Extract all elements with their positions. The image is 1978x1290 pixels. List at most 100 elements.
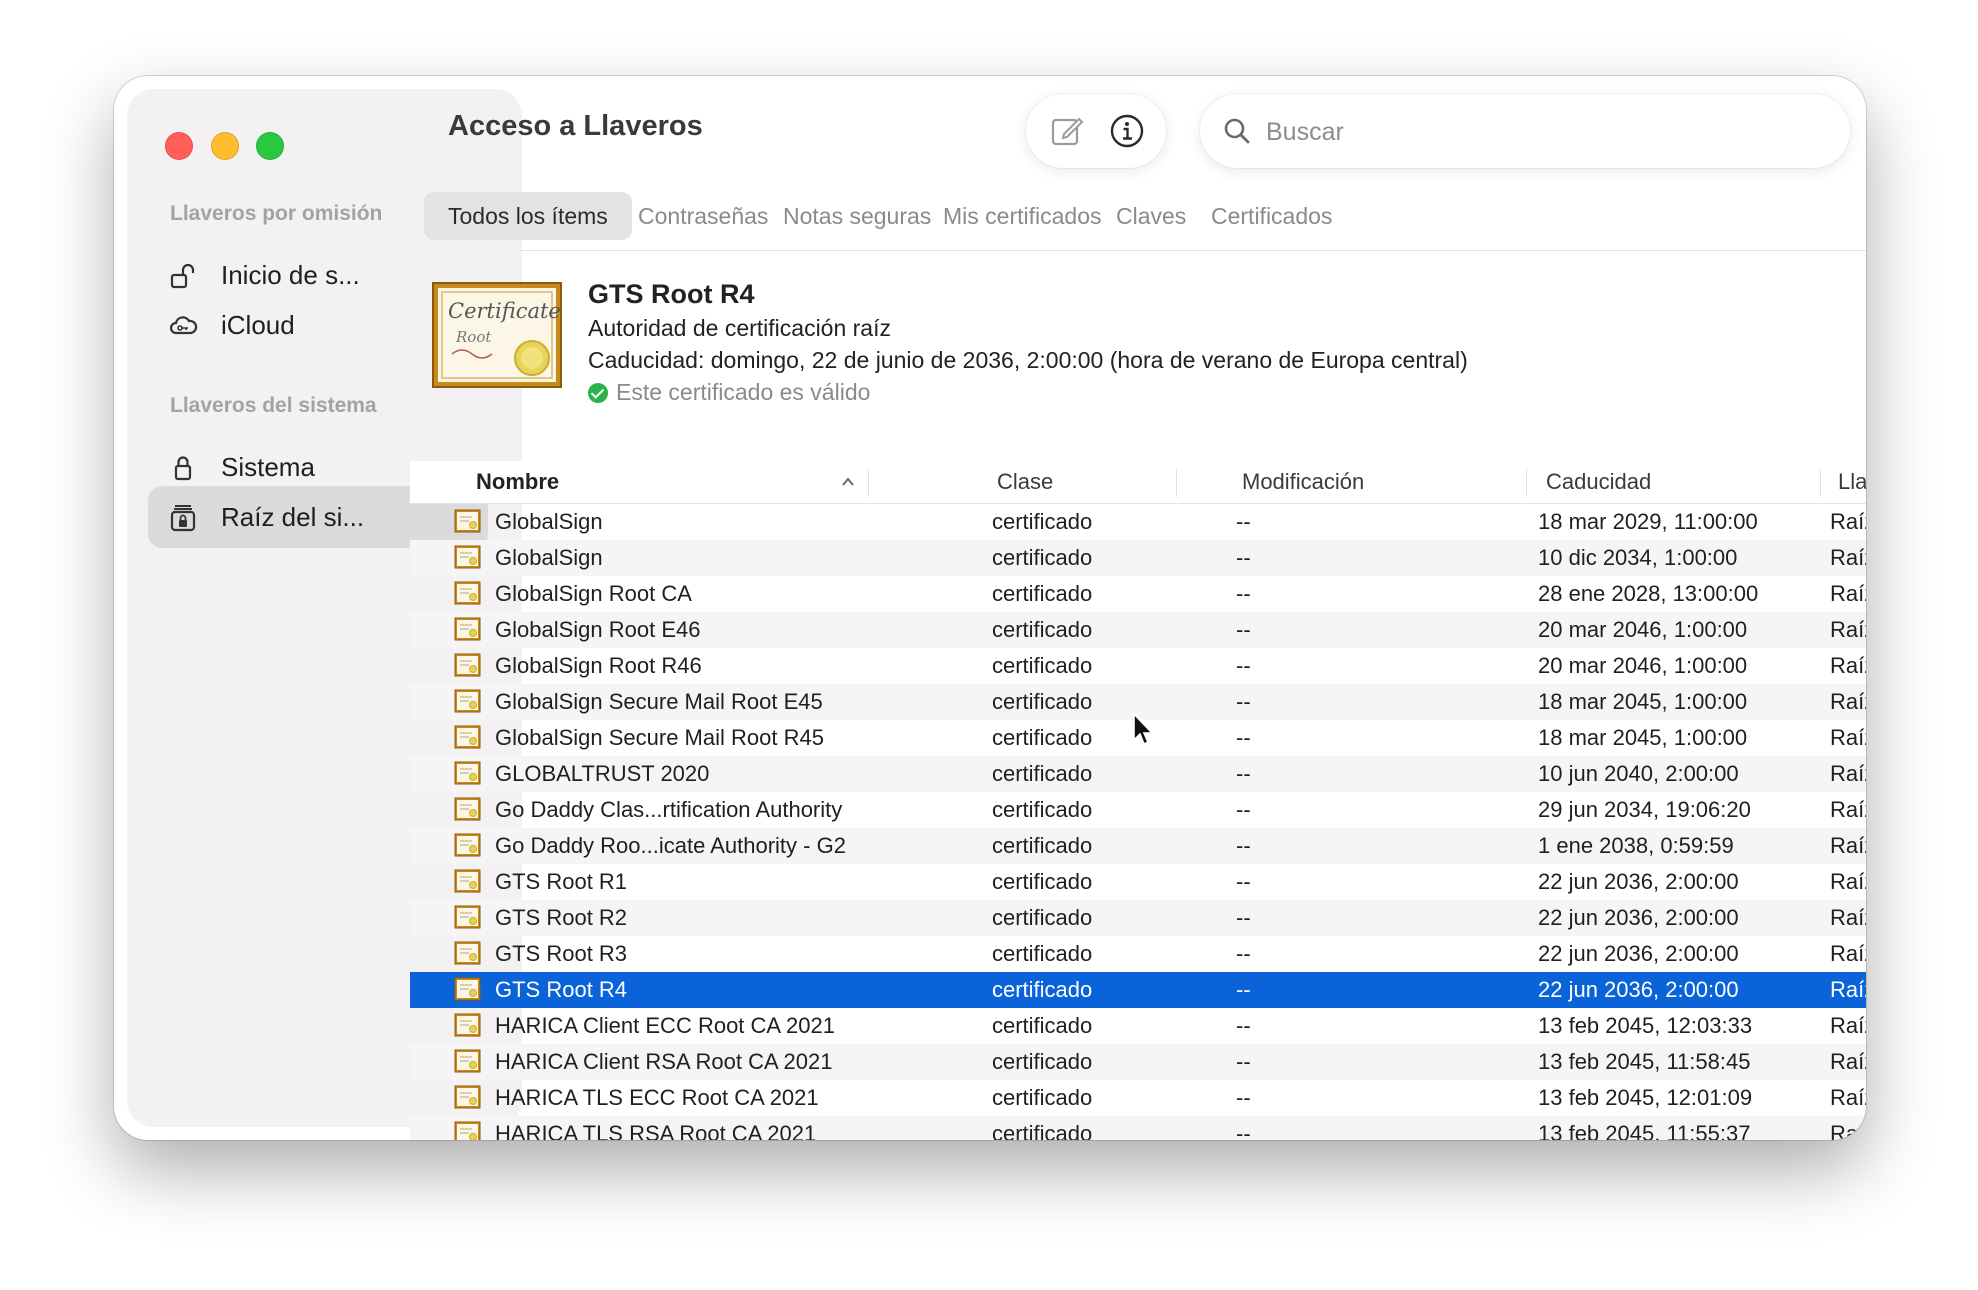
cell-keychain: Raíz del sist...	[1830, 581, 1866, 606]
cell-class: certificado	[992, 653, 1093, 678]
cell-keychain: Raíz del sist...	[1830, 833, 1866, 858]
cell-name: GlobalSign	[495, 545, 603, 570]
column-header-expiration[interactable]: Caducidad	[1546, 461, 1651, 503]
table-row[interactable]: GlobalSign Root R46 certificado -- 20 mar 2…	[410, 648, 1866, 684]
cell-modified: --	[1236, 761, 1251, 786]
cell-modified: --	[1236, 941, 1251, 966]
certificate-icon	[454, 1085, 481, 1109]
cell-expiration: 13 feb 2045, 11:58:45	[1538, 1049, 1751, 1074]
cell-modified: --	[1236, 1049, 1251, 1074]
certificate-icon-title: Certificate	[448, 299, 561, 323]
cell-class: certificado	[992, 1085, 1093, 1110]
toolbar-divider	[521, 250, 1866, 251]
minimize-window-button[interactable]	[211, 132, 239, 160]
table-row[interactable]: GlobalSign Root CA certificado -- 28 ene 20…	[410, 576, 1866, 612]
cell-class: certificado	[992, 1013, 1093, 1038]
cell-keychain: Raíz del sist...	[1830, 545, 1866, 570]
column-separator[interactable]	[868, 469, 869, 497]
cell-class: certificado	[992, 905, 1093, 930]
cell-modified: --	[1236, 1013, 1251, 1038]
table-row-selected[interactable]: GTS Root R4 certificado -- 22 jun 2036, 2:0…	[410, 972, 1866, 1008]
cell-class: certificado	[992, 509, 1093, 534]
search-icon	[1224, 118, 1250, 144]
cell-class: certificado	[992, 545, 1093, 570]
cell-modified: --	[1236, 1121, 1251, 1140]
table-row[interactable]: GTS Root R3 certificado -- 22 jun 2036, 2:0…	[410, 936, 1866, 972]
certificate-icon	[454, 545, 481, 569]
tab-all-items[interactable]: Todos los ítems	[424, 192, 632, 240]
cell-keychain: Raíz del sist...	[1830, 869, 1866, 894]
toolbar-button-group	[1026, 94, 1166, 168]
zoom-window-button[interactable]	[256, 132, 284, 160]
cell-keychain: Raíz del sist...	[1830, 1049, 1866, 1074]
column-separator[interactable]	[1176, 469, 1177, 497]
cell-expiration: 10 jun 2040, 2:00:00	[1538, 761, 1739, 786]
cell-name: GTS Root R3	[495, 941, 628, 966]
sort-ascending-icon[interactable]	[840, 474, 856, 490]
cell-class: certificado	[992, 581, 1093, 606]
certificate-icon	[454, 1121, 481, 1140]
info-icon[interactable]	[1108, 112, 1146, 150]
detail-validity: Este certificado es válido	[588, 379, 870, 406]
cell-keychain: Raíz del sist...	[1830, 1013, 1866, 1038]
detail-certificate-kind: Autoridad de certificación raíz	[588, 315, 891, 341]
close-window-button[interactable]	[165, 132, 193, 160]
cell-name: GlobalSign Root E46	[495, 617, 701, 642]
cell-expiration: 28 ene 2028, 13:00:00	[1538, 581, 1759, 606]
cell-expiration: 22 jun 2036, 2:00:00	[1538, 905, 1739, 930]
cell-class: certificado	[992, 761, 1093, 786]
cell-keychain: Raíz del sist...	[1830, 509, 1866, 534]
table-row[interactable]: HARICA Client RSA Root CA 2021 certificad…	[410, 1044, 1866, 1080]
column-header-name[interactable]: Nombre	[476, 461, 559, 503]
column-separator[interactable]	[1820, 469, 1821, 497]
cell-expiration: 20 mar 2046, 1:00:00	[1538, 653, 1748, 678]
table-row[interactable]: GTS Root R2 certificado -- 22 jun 2036, 2:0…	[410, 900, 1866, 936]
cell-modified: --	[1236, 905, 1251, 930]
table-row[interactable]: GlobalSign certificado -- 18 mar 2029, 11:0…	[410, 504, 1866, 540]
sidebar-item-label: iCloud	[221, 309, 295, 340]
column-header-modified[interactable]: Modificación	[1242, 461, 1364, 503]
cell-expiration: 18 mar 2045, 1:00:00	[1538, 689, 1748, 714]
table-row[interactable]: HARICA TLS RSA Root CA 2021 certificado --…	[410, 1116, 1866, 1140]
cell-expiration: 20 mar 2046, 1:00:00	[1538, 617, 1748, 642]
certificate-icon	[454, 581, 481, 605]
cell-keychain: Raíz del sist...	[1830, 725, 1866, 750]
cell-name: GLOBALTRUST 2020	[495, 761, 710, 786]
tab-certificates[interactable]: Certificados	[1187, 192, 1356, 240]
certificate-icon	[454, 797, 481, 821]
cell-expiration: 22 jun 2036, 2:00:00	[1538, 941, 1739, 966]
certificate-icon	[454, 761, 481, 785]
cell-expiration: 1 ene 2038, 0:59:59	[1538, 833, 1734, 858]
certificate-icon	[454, 509, 481, 533]
mouse-pointer-icon	[1133, 712, 1154, 746]
cell-modified: --	[1236, 833, 1251, 858]
certificate-icon	[454, 1049, 481, 1073]
compose-icon[interactable]	[1048, 112, 1086, 150]
table-row[interactable]: GLOBALTRUST 2020 certificado -- 10 jun 2040…	[410, 756, 1866, 792]
cell-modified: --	[1236, 617, 1251, 642]
table-row[interactable]: GlobalSign Root E46 certificado -- 20 mar 2…	[410, 612, 1866, 648]
column-separator[interactable]	[1526, 469, 1527, 497]
cell-modified: --	[1236, 689, 1251, 714]
search-input[interactable]	[1264, 112, 1828, 152]
column-header-class[interactable]: Clase	[997, 461, 1053, 503]
cell-modified: --	[1236, 869, 1251, 894]
table-row[interactable]: HARICA Client ECC Root CA 2021 certificad…	[410, 1008, 1866, 1044]
cell-expiration: 13 feb 2045, 12:03:33	[1538, 1013, 1753, 1038]
table-row[interactable]: HARICA TLS ECC Root CA 2021 certificado --…	[410, 1080, 1866, 1116]
cell-modified: --	[1236, 977, 1251, 1002]
certificate-icon	[454, 905, 481, 929]
cell-expiration: 22 jun 2036, 2:00:00	[1538, 869, 1739, 894]
detail-expiration: Caducidad: domingo, 22 de junio de 2036,…	[588, 347, 1468, 373]
cell-expiration: 13 feb 2045, 11:55:37	[1538, 1121, 1751, 1140]
column-header-keychain[interactable]: Llavero	[1838, 461, 1866, 503]
cell-keychain: Raíz del sist...	[1830, 941, 1866, 966]
cell-class: certificado	[992, 977, 1093, 1002]
search-field[interactable]	[1200, 94, 1850, 168]
table-row[interactable]: GTS Root R1 certificado -- 22 jun 2036, 2:0…	[410, 864, 1866, 900]
table-row[interactable]: GlobalSign certificado -- 10 dic 2034, 1:00…	[410, 540, 1866, 576]
table-row[interactable]: Go Daddy Roo...icate Authority - G2 certi…	[410, 828, 1866, 864]
cell-keychain: Raíz del sist...	[1830, 653, 1866, 678]
table-row[interactable]: Go Daddy Clas...rtification Authority cer…	[410, 792, 1866, 828]
detail-certificate-name: GTS Root R4	[588, 279, 755, 309]
